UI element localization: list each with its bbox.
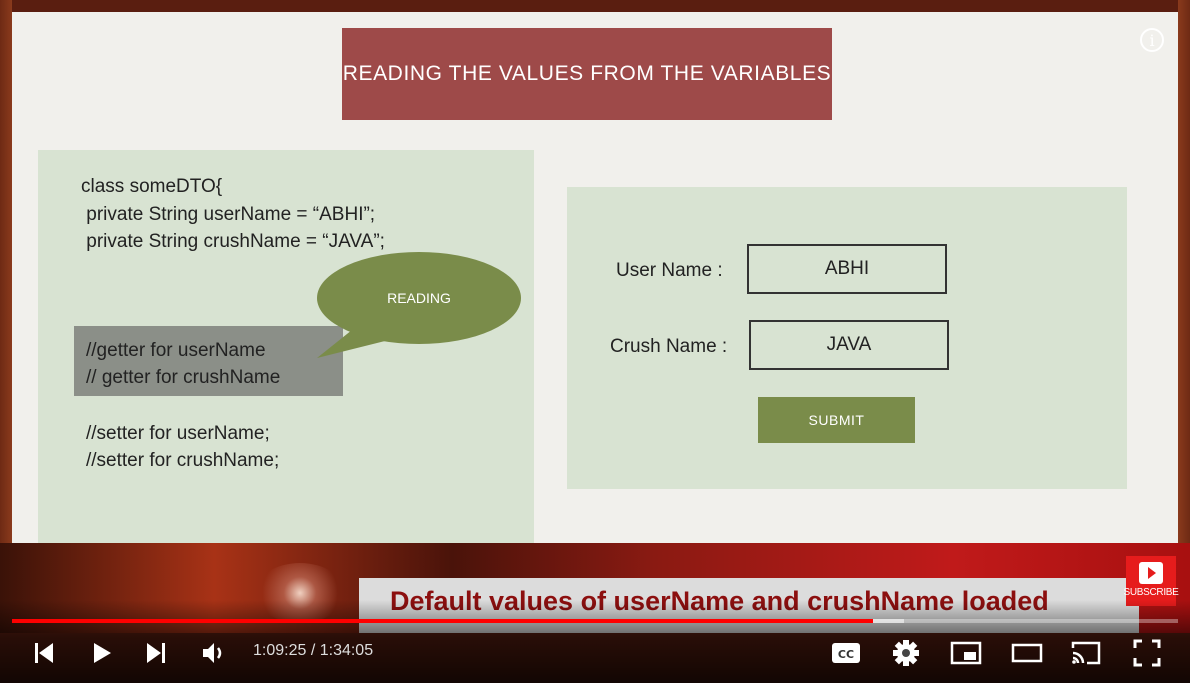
setter-line: //setter for userName; <box>86 423 270 444</box>
settings-icon <box>893 640 919 666</box>
cast-icon <box>1071 641 1101 665</box>
code-line: private String userName = “ABHI”; <box>81 204 376 225</box>
user-name-field[interactable]: ABHI <box>747 244 947 294</box>
slide: READING THE VALUES FROM THE VARIABLES i … <box>12 12 1178 560</box>
volume-button[interactable] <box>200 636 230 670</box>
play-button[interactable] <box>88 636 116 670</box>
theater-mode-button[interactable] <box>1010 636 1044 670</box>
getter-highlight: //getter for userName // getter for crus… <box>74 326 343 396</box>
subscribe-button[interactable]: SUBSCRIBE <box>1123 556 1179 606</box>
next-button[interactable] <box>142 636 170 670</box>
progress-played <box>12 619 873 623</box>
next-icon <box>147 643 165 663</box>
fullscreen-button[interactable] <box>1131 636 1163 670</box>
slide-title: READING THE VALUES FROM THE VARIABLES <box>342 62 832 85</box>
form-panel: User Name : ABHI Crush Name : JAVA SUBMI… <box>567 187 1127 489</box>
bubble-text: READING <box>387 290 451 306</box>
video-frame-left <box>0 0 12 560</box>
play-icon <box>94 643 111 663</box>
reading-speech-bubble: READING <box>317 248 527 358</box>
miniplayer-button[interactable] <box>949 636 983 670</box>
svg-text:CC: CC <box>838 648 854 661</box>
previous-button[interactable] <box>30 636 58 670</box>
setter-line: //setter for crushName; <box>86 450 280 471</box>
time-display: 1:09:25 / 1:34:05 <box>253 642 374 659</box>
theater-icon <box>1011 643 1043 663</box>
volume-icon <box>203 643 222 663</box>
captions-icon: CC <box>832 643 860 663</box>
cast-button[interactable] <box>1069 636 1103 670</box>
submit-button[interactable]: SUBMIT <box>758 397 915 443</box>
video-frame-right <box>1178 0 1190 560</box>
info-icon[interactable]: i <box>1140 28 1164 52</box>
captions-button[interactable]: CC <box>830 636 862 670</box>
crush-name-label: Crush Name : <box>610 336 728 357</box>
getter-line: // getter for crushName <box>86 367 281 388</box>
user-name-label: User Name : <box>616 260 723 281</box>
progress-bar[interactable] <box>12 619 1178 623</box>
subscribe-label: SUBSCRIBE <box>1123 587 1179 598</box>
video-player[interactable]: READING THE VALUES FROM THE VARIABLES i … <box>0 0 1190 683</box>
getter-line: //getter for userName <box>86 340 266 361</box>
fullscreen-icon <box>1133 639 1161 667</box>
settings-button[interactable] <box>891 636 921 670</box>
code-line: class someDTO{ <box>81 176 223 197</box>
subscribe-icon <box>1139 562 1163 584</box>
previous-icon <box>35 643 53 663</box>
crush-name-field[interactable]: JAVA <box>749 320 949 370</box>
slide-title-box: READING THE VALUES FROM THE VARIABLES <box>342 28 832 120</box>
miniplayer-icon <box>950 641 982 665</box>
